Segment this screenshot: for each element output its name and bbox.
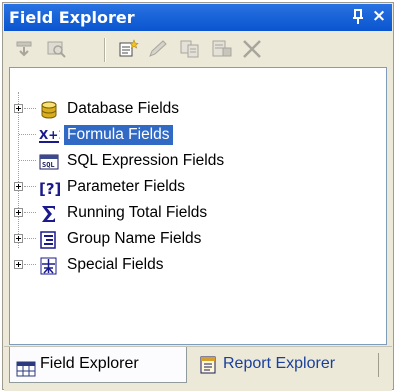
tree-item-group-name-fields[interactable]: Group Name Fields [10, 228, 380, 252]
expand-button[interactable] [14, 104, 23, 113]
expand-button[interactable] [14, 260, 23, 269]
report-explorer-icon [199, 354, 219, 374]
duplicate-button[interactable] [178, 38, 202, 60]
tree-item-label: Running Total Fields [67, 204, 208, 221]
tree-item-label: Special Fields [67, 256, 164, 273]
tree-item-parameter-fields[interactable]: [?] Parameter Fields [10, 176, 380, 200]
parameter-icon: [?] [38, 178, 61, 198]
insert-to-report-icon [16, 41, 32, 57]
delete-icon [243, 40, 261, 58]
toolbar-separator [104, 38, 106, 62]
tree-item-formula-fields[interactable]: X+1 Formula Fields [10, 124, 380, 148]
tree-item-special-fields[interactable]: Special Fields [10, 254, 380, 278]
browse-data-button[interactable] [44, 38, 68, 60]
tab-field-explorer[interactable]: Field Explorer [9, 347, 187, 383]
group-icon [38, 230, 60, 250]
tab-label: Field Explorer [40, 355, 139, 372]
svg-text:SQL: SQL [42, 161, 55, 169]
pin-button[interactable] [350, 7, 366, 27]
special-icon [38, 256, 60, 276]
browse-data-icon [47, 41, 66, 58]
tree-item-label: Group Name Fields [67, 230, 202, 247]
tab-report-explorer[interactable]: Report Explorer [193, 347, 379, 383]
tab-label: Report Explorer [223, 355, 336, 372]
close-button[interactable]: × [370, 6, 388, 26]
title-bar: Field Explorer × [4, 4, 392, 31]
tree-item-label: SQL Expression Fields [67, 152, 225, 169]
insert-to-report-button[interactable] [12, 38, 36, 60]
sigma-icon [38, 204, 60, 224]
new-button[interactable] [116, 38, 140, 60]
pin-icon [353, 9, 363, 24]
tree-item-database-fields[interactable]: Database Fields [10, 98, 380, 122]
tree-item-sql-expression-fields[interactable]: SQL SQL Expression Fields [10, 150, 380, 174]
toolbar [4, 32, 392, 66]
edit-icon [149, 40, 167, 57]
tree-item-label: Parameter Fields [67, 178, 186, 195]
expand-button[interactable] [14, 234, 23, 243]
formula-icon: X+1 [38, 126, 67, 146]
edit-button[interactable] [146, 38, 170, 60]
svg-text:[?]: [?] [39, 180, 60, 198]
database-icon [38, 100, 60, 120]
delete-button[interactable] [240, 38, 264, 60]
new-icon [119, 39, 139, 57]
tab-bar: Field Explorer Report Explorer [4, 346, 392, 391]
tree-item-running-total-fields[interactable]: Running Total Fields [10, 202, 380, 226]
field-explorer-icon [16, 356, 36, 377]
duplicate-icon [180, 40, 199, 58]
tree-item-label: Database Fields [67, 100, 180, 117]
tree-item-label: Formula Fields [64, 125, 173, 145]
expand-button[interactable] [14, 208, 23, 217]
sql-icon: SQL [38, 152, 60, 172]
rename-icon [212, 40, 232, 57]
expand-button[interactable] [14, 182, 23, 191]
svg-text:X+1: X+1 [39, 128, 60, 142]
window-title: Field Explorer [9, 8, 135, 27]
rename-button[interactable] [210, 38, 234, 60]
field-tree[interactable]: Database Fields X+1 Formula Fields SQL [9, 67, 387, 345]
field-explorer-panel: Field Explorer × Database Fields X+ Form… [2, 2, 394, 391]
tab-separator [378, 353, 379, 377]
